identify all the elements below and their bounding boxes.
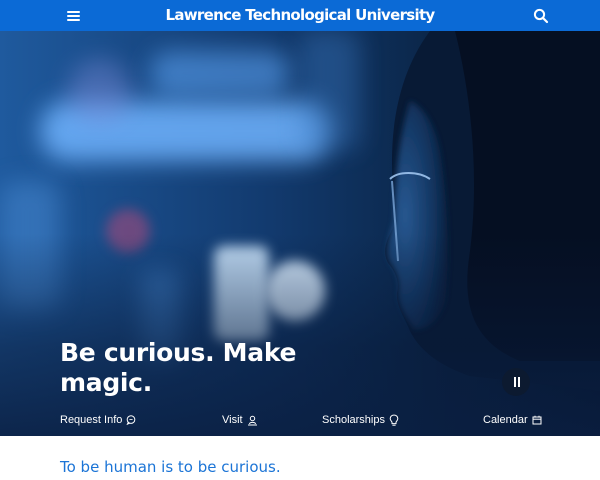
- pause-icon[interactable]: [502, 368, 530, 396]
- quick-link-label: Visit: [222, 414, 243, 426]
- lightbulb-icon: [389, 413, 399, 426]
- hero-headline: Be curious. Make magic.: [60, 338, 297, 397]
- quick-link-label: Scholarships: [322, 414, 385, 426]
- quick-link-scholarships[interactable]: Scholarships: [322, 412, 399, 428]
- location-person-icon: [247, 415, 257, 425]
- quick-link-calendar[interactable]: Calendar: [483, 412, 542, 428]
- site-logo[interactable]: Lawrence Technological University: [0, 5, 600, 25]
- search-icon[interactable]: [532, 7, 550, 25]
- site-header: Lawrence Technological University: [0, 0, 600, 31]
- calendar-icon: [532, 415, 542, 425]
- page: Lawrence Technological University Be cur…: [0, 0, 600, 480]
- quick-link-label: Request Info: [60, 414, 123, 426]
- hero-quick-links: Request Info Visit Scholarships Calendar: [0, 407, 600, 433]
- hero-banner: Be curious. Make magic. Request Info Vis…: [0, 31, 600, 436]
- chat-bubble-icon: [126, 415, 136, 425]
- quick-link-label: Calendar: [483, 414, 528, 426]
- quick-link-request-info[interactable]: Request Info: [60, 412, 136, 428]
- quick-link-visit[interactable]: Visit: [222, 412, 258, 428]
- intro-tagline: To be human is to be curious.: [60, 458, 281, 476]
